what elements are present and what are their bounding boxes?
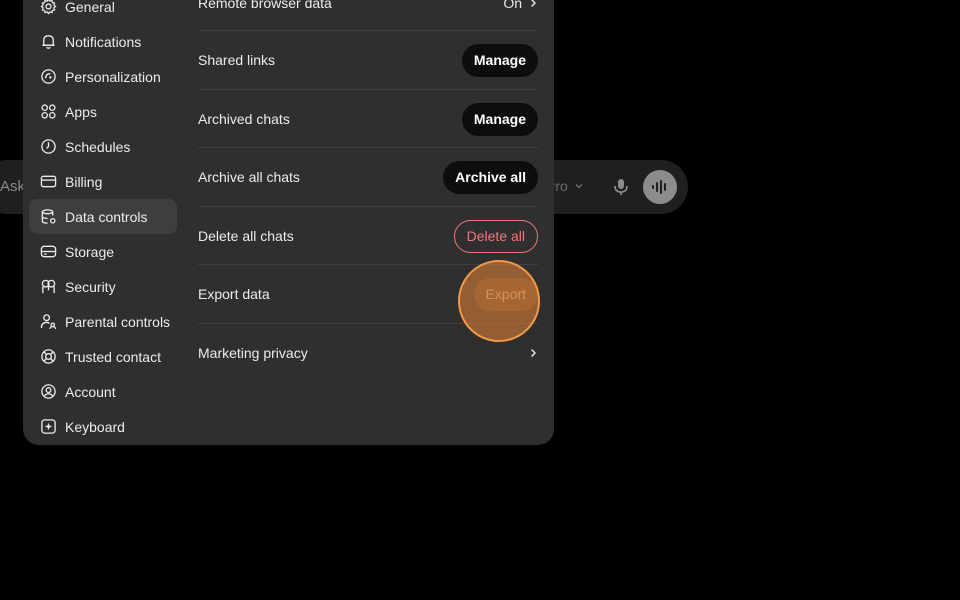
sidebar-item-label: Trusted contact [65,348,161,365]
sidebar-item-trusted-contact[interactable]: Trusted contact [29,339,177,374]
sidebar-item-label: Notifications [65,33,142,50]
sidebar-item-label: Keyboard [65,418,125,435]
microphone-icon [614,179,628,195]
data-controls-panel: Remote browser data On Shared links Mana… [198,0,538,445]
setting-row-marketing-privacy[interactable]: Marketing privacy [198,324,538,382]
sidebar-item-apps[interactable]: Apps [29,94,177,129]
chevron-right-icon [531,0,536,7]
setting-row-delete-all-chats: Delete all chats Delete all [198,207,538,265]
sidebar-item-account[interactable]: Account [29,374,177,409]
setting-label: Shared links [198,52,276,68]
clock-icon [39,138,57,156]
setting-row-export-data: Export data Export [198,265,538,323]
setting-label: Remote browser data [198,0,332,11]
apps-grid-icon [39,103,57,121]
sidebar-item-notifications[interactable]: Notifications [29,24,177,59]
setting-row-archived-chats: Archived chats Manage [198,90,538,148]
account-icon [39,383,57,401]
setting-label: Delete all chats [198,228,294,244]
chevron-down-icon [575,183,583,189]
sidebar-item-label: Schedules [65,138,131,155]
sidebar-item-label: General [65,0,115,15]
sidebar-item-general[interactable]: General [29,0,177,24]
sidebar-item-label: Account [65,383,116,400]
delete-all-button[interactable]: Delete all [453,219,538,253]
setting-label: Archived chats [198,111,290,127]
storage-drive-icon [39,243,57,261]
settings-modal: General Notifications Personalization Ap… [23,0,554,445]
sidebar-item-storage[interactable]: Storage [29,234,177,269]
settings-sidebar: General Notifications Personalization Ap… [29,0,177,445]
manage-shared-links-button[interactable]: Manage [461,43,538,77]
setting-value: On [503,0,522,11]
voice-mode-button[interactable] [643,170,677,204]
chevron-right-icon [531,349,536,357]
bell-icon [39,33,57,51]
setting-row-remote-browser-data: Remote browser data On [198,0,538,32]
setting-row-shared-links: Shared links Manage [198,31,538,89]
database-icon [39,208,57,226]
sidebar-item-security[interactable]: Security [29,269,177,304]
manage-archived-chats-button[interactable]: Manage [461,102,538,136]
waveform-icon [652,180,666,194]
parental-icon [39,313,57,331]
sidebar-item-label: Security [65,278,116,295]
remote-browser-data-toggle[interactable]: On [503,0,538,11]
sidebar-item-label: Billing [65,173,103,190]
setting-row-archive-all-chats: Archive all chats Archive all [198,148,538,206]
setting-label: Archive all chats [198,169,300,185]
archive-all-button[interactable]: Archive all [443,160,538,194]
export-button[interactable]: Export [473,277,538,311]
sidebar-item-schedules[interactable]: Schedules [29,129,177,164]
setting-label: Marketing privacy [198,345,308,361]
sidebar-item-label: Data controls [65,208,148,225]
sidebar-item-billing[interactable]: Billing [29,164,177,199]
sidebar-item-label: Parental controls [65,313,171,330]
sidebar-item-label: Personalization [65,68,161,85]
gear-icon [39,0,57,16]
sidebar-item-keyboard[interactable]: Keyboard [29,409,177,444]
sidebar-item-label: Storage [65,243,115,260]
sidebar-item-data-controls[interactable]: Data controls [29,199,177,234]
microphone-button[interactable] [612,178,630,196]
sidebar-item-label: Apps [65,103,97,120]
lifebuoy-icon [39,348,57,366]
credit-card-icon [39,173,57,191]
sidebar-item-personalization[interactable]: Personalization [29,59,177,94]
personalization-icon [39,68,57,86]
keyboard-icon [39,418,57,436]
setting-label: Export data [198,286,270,302]
sidebar-item-parental-controls[interactable]: Parental controls [29,304,177,339]
security-icon [39,278,57,296]
